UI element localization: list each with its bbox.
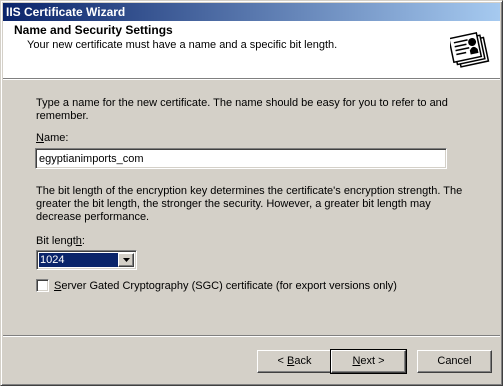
window-title: IIS Certificate Wizard — [6, 5, 126, 19]
page-title: Name and Security Settings — [14, 23, 173, 37]
bitlength-label-post: : — [81, 235, 85, 247]
bitlength-label-pre: Bit lengt — [36, 235, 76, 247]
next-rest: ext > — [360, 355, 385, 367]
name-input[interactable]: egyptianimports_com — [35, 148, 447, 169]
cancel-button[interactable]: Cancel — [417, 350, 492, 373]
back-prefix: < — [277, 355, 287, 367]
dropdown-button[interactable] — [118, 253, 134, 267]
sgc-checkbox[interactable] — [36, 279, 49, 292]
footer-divider — [3, 335, 500, 337]
name-label-rest: ame: — [43, 132, 69, 144]
chevron-down-icon — [123, 258, 130, 262]
bitlength-description: The bit length of the encryption key det… — [36, 185, 463, 223]
title-bar[interactable]: IIS Certificate Wizard — [3, 3, 500, 21]
back-button[interactable]: < Back — [257, 350, 332, 373]
page-subtitle: Your new certificate must have a name an… — [27, 39, 338, 51]
next-button[interactable]: Next > — [330, 349, 407, 374]
intro-text: Type a name for the new certificate. The… — [36, 97, 448, 122]
back-rest: ack — [294, 355, 312, 367]
name-label: Name: — [36, 132, 68, 145]
name-label-accel: N — [36, 132, 44, 144]
certificate-icon — [450, 28, 496, 74]
wizard-header: Name and Security Settings Your new cert… — [3, 21, 500, 78]
header-divider — [3, 78, 500, 80]
name-input-value: egyptianimports_com — [39, 153, 144, 165]
sgc-label[interactable]: Server Gated Cryptography (SGC) certific… — [54, 280, 397, 293]
bitlength-label: Bit length: — [36, 235, 85, 248]
bitlength-select[interactable]: 1024 — [36, 250, 137, 270]
wizard-window: IIS Certificate Wizard Name and Security… — [0, 0, 503, 386]
bitlength-value: 1024 — [39, 253, 120, 267]
sgc-label-rest: erver Gated Cryptography (SGC) certifica… — [61, 280, 397, 292]
